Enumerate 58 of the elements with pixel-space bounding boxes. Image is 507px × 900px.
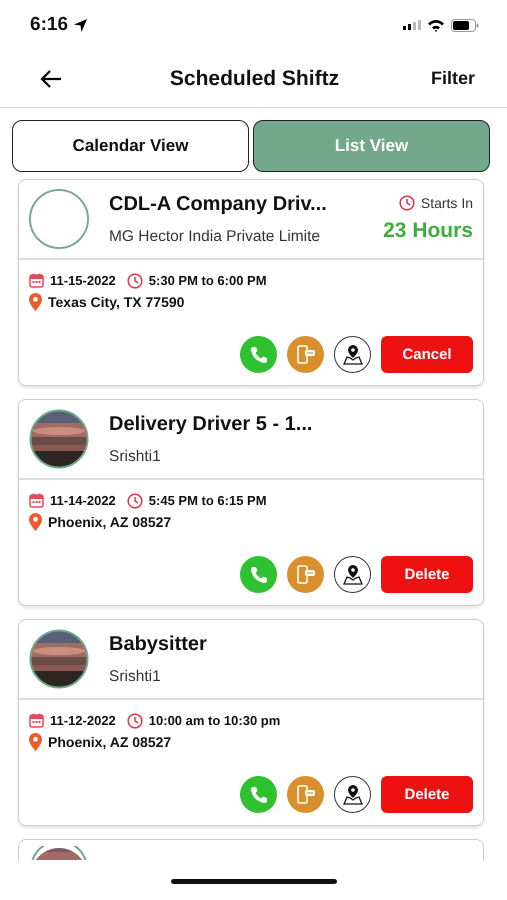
shift-action-button[interactable]: Delete bbox=[381, 776, 473, 813]
shift-location: Phoenix, AZ 08527 bbox=[48, 514, 172, 530]
shift-time: 5:45 PM to 6:15 PM bbox=[148, 493, 267, 508]
battery-icon bbox=[451, 18, 479, 32]
map-pin-icon bbox=[342, 564, 364, 586]
shift-date: 11-15-2022 bbox=[50, 273, 116, 288]
message-button[interactable] bbox=[287, 776, 324, 813]
signal-icon bbox=[403, 20, 421, 30]
clock-icon bbox=[126, 712, 143, 728]
shift-title: Babysitter bbox=[109, 632, 208, 656]
phone-icon bbox=[248, 784, 268, 804]
calendar-icon bbox=[29, 493, 44, 508]
clock-icon bbox=[126, 272, 143, 288]
screen-title: Scheduled Shiftz bbox=[168, 66, 340, 90]
calendar-icon bbox=[29, 713, 44, 728]
status-time: 6:16 bbox=[30, 14, 68, 36]
clock-icon bbox=[126, 492, 143, 508]
shift-date: 11-14-2022 bbox=[50, 493, 116, 508]
mobile-message-icon bbox=[294, 784, 316, 806]
clock-icon bbox=[398, 195, 415, 211]
location-arrow-icon bbox=[73, 18, 88, 32]
shift-location: Phoenix, AZ 08527 bbox=[48, 734, 172, 750]
view-tab[interactable]: Calendar View bbox=[12, 120, 249, 172]
shift-title: CDL-A Company Driv... bbox=[109, 192, 328, 216]
shift-date: 11-12-2022 bbox=[50, 713, 116, 728]
shift-action-button[interactable]: Delete bbox=[381, 556, 473, 593]
mobile-message-icon bbox=[294, 564, 316, 586]
company-name: MG Hector India Private Limite bbox=[109, 228, 322, 246]
map-button[interactable] bbox=[334, 336, 371, 373]
view-tab[interactable]: List View bbox=[253, 120, 490, 172]
starts-in-label: Starts In bbox=[420, 195, 473, 211]
phone-icon bbox=[248, 344, 268, 364]
shift-title: Delivery Driver 5 - 1... bbox=[109, 412, 314, 436]
shift-time: 5:30 PM to 6:00 PM bbox=[148, 273, 267, 288]
filter-button[interactable]: Filter bbox=[430, 68, 475, 89]
mobile-message-icon bbox=[294, 344, 316, 366]
message-button[interactable] bbox=[287, 336, 324, 373]
phone-icon bbox=[248, 564, 268, 584]
call-button[interactable] bbox=[240, 776, 277, 813]
shift-time: 10:00 am to 10:30 pm bbox=[148, 713, 280, 728]
map-pin-icon bbox=[342, 784, 364, 806]
shift-location: Texas City, TX 77590 bbox=[48, 294, 184, 310]
call-button[interactable] bbox=[240, 336, 277, 373]
company-name: Srishti1 bbox=[109, 668, 162, 686]
message-button[interactable] bbox=[287, 556, 324, 593]
company-name: Srishti1 bbox=[109, 448, 162, 466]
location-pin-icon bbox=[29, 292, 42, 310]
location-pin-icon bbox=[29, 512, 42, 530]
map-pin-icon bbox=[342, 344, 364, 366]
back-arrow-icon[interactable] bbox=[40, 70, 62, 88]
map-button[interactable] bbox=[334, 556, 371, 593]
call-button[interactable] bbox=[240, 556, 277, 593]
wifi-icon bbox=[427, 18, 445, 32]
shift-action-button[interactable]: Cancel bbox=[381, 336, 473, 373]
starts-in-value: 23 Hours bbox=[383, 219, 473, 243]
location-pin-icon bbox=[29, 732, 42, 750]
map-button[interactable] bbox=[334, 776, 371, 813]
calendar-icon bbox=[29, 273, 44, 288]
